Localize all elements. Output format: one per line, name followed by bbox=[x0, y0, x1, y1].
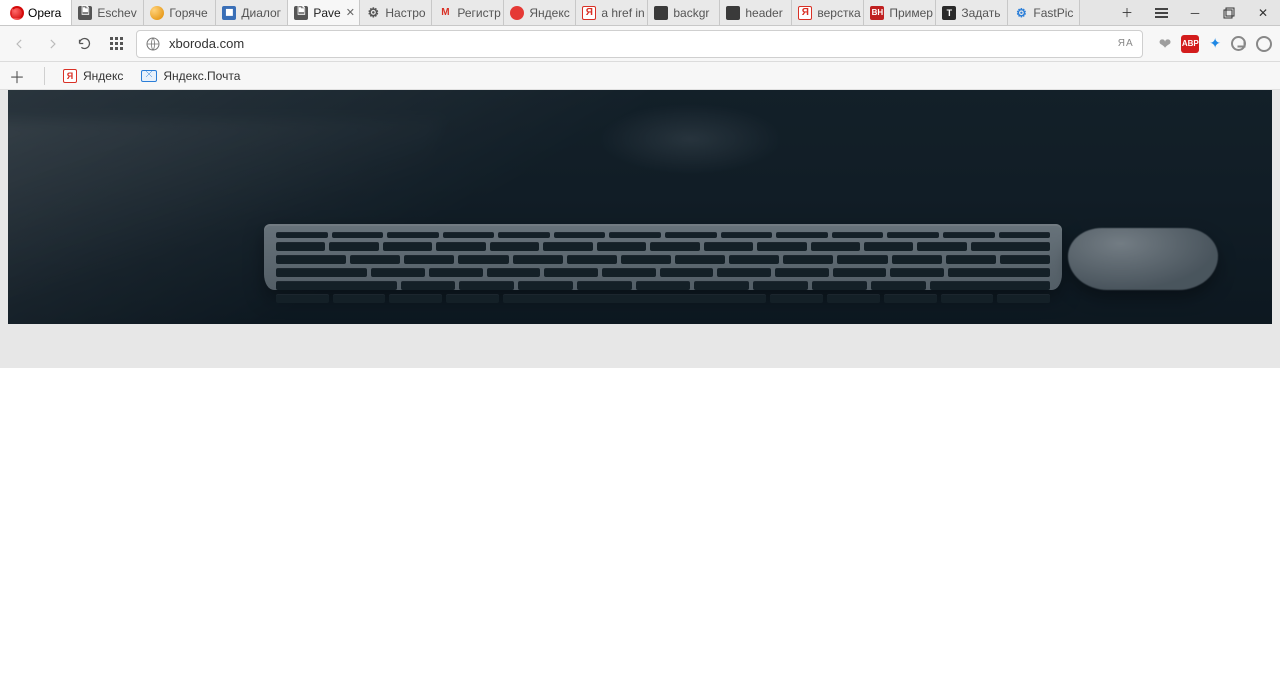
bookmarks-bar: ＋ Я Яндекс Яндекс.Почта bbox=[0, 62, 1280, 90]
extension-button[interactable]: ✦ bbox=[1209, 35, 1221, 52]
translate-button[interactable]: ЯA bbox=[1118, 38, 1134, 49]
page-icon: 🗎 bbox=[294, 6, 308, 20]
tab-settings[interactable]: ⚙ Настро bbox=[360, 0, 432, 25]
bookmark-yandex-mail[interactable]: Яндекс.Почта bbox=[141, 69, 240, 83]
back-button[interactable] bbox=[8, 32, 32, 56]
tab-label: Eschev bbox=[97, 6, 136, 20]
tab-primer[interactable]: BH Пример bbox=[864, 0, 936, 25]
reload-icon bbox=[77, 36, 92, 51]
profile-button[interactable] bbox=[1256, 36, 1272, 52]
tab-label: Регистр bbox=[457, 6, 500, 20]
new-tab-button[interactable]: ＋ bbox=[1110, 0, 1144, 25]
speed-dial-button[interactable] bbox=[104, 32, 128, 56]
navigation-bar: ЯA ❤ ABP ✦ bbox=[0, 26, 1280, 62]
tab-eschev[interactable]: 🗎 Eschev bbox=[72, 0, 144, 25]
toolbar-extensions: ❤ ABP ✦ bbox=[1159, 35, 1272, 53]
bookmark-yandex[interactable]: Я Яндекс bbox=[63, 69, 123, 83]
bookmark-heart-button[interactable]: ❤ bbox=[1159, 35, 1172, 53]
tab-label: header bbox=[745, 6, 782, 20]
tab-label: верстка bbox=[817, 6, 860, 20]
hamburger-icon bbox=[1155, 12, 1168, 14]
page-icon bbox=[726, 6, 740, 20]
tab-label: Диалог bbox=[241, 6, 281, 20]
tab-label: backgr bbox=[673, 6, 709, 20]
tab-strip: Opera 🗎 Eschev Горяче ◼ Диалог 🗎 Pave ✕ … bbox=[0, 0, 1280, 26]
square-icon: ◼ bbox=[222, 6, 236, 20]
gmail-icon: M bbox=[438, 6, 452, 20]
tab-yandex[interactable]: Яндекс bbox=[504, 0, 576, 25]
tab-verstka[interactable]: Я верстка bbox=[792, 0, 864, 25]
bh-icon: BH bbox=[870, 6, 884, 20]
tab-label: Настро bbox=[385, 6, 425, 20]
speed-dial-icon bbox=[110, 37, 123, 50]
page-icon: 🗎 bbox=[78, 6, 92, 20]
downloads-button[interactable] bbox=[1231, 36, 1246, 51]
tab-gmail[interactable]: M Регистр bbox=[432, 0, 504, 25]
tab-dialog[interactable]: ◼ Диалог bbox=[216, 0, 288, 25]
tab-label: Задать bbox=[961, 6, 1000, 20]
tab-label: a href in bbox=[601, 6, 644, 20]
arrow-left-icon bbox=[13, 37, 27, 51]
tab-label: Горяче bbox=[169, 6, 207, 20]
page-icon bbox=[654, 6, 668, 20]
page-viewport bbox=[0, 90, 1280, 682]
maximize-icon bbox=[1223, 7, 1235, 19]
bookmark-label: Яндекс.Почта bbox=[163, 69, 240, 83]
globe-icon bbox=[145, 36, 161, 52]
window-minimize-button[interactable]: ─ bbox=[1178, 0, 1212, 25]
tab-fastpic[interactable]: ⚙ FastPic bbox=[1008, 0, 1080, 25]
tab-pave-active[interactable]: 🗎 Pave ✕ bbox=[288, 0, 360, 25]
tabstrip-right-controls: ＋ ─ ✕ bbox=[1110, 0, 1280, 25]
opera-logo-icon bbox=[10, 6, 24, 20]
tab-label: Пример bbox=[889, 6, 933, 20]
add-bookmark-button[interactable]: ＋ bbox=[8, 67, 26, 85]
hero-banner-image bbox=[8, 90, 1272, 324]
ya-box-icon: Я bbox=[582, 6, 596, 20]
window-close-button[interactable]: ✕ bbox=[1246, 0, 1280, 25]
yandex-icon bbox=[510, 6, 524, 20]
ya-box-icon: Я bbox=[798, 6, 812, 20]
tab-header[interactable]: header bbox=[720, 0, 792, 25]
t-icon: T bbox=[942, 6, 956, 20]
arrow-right-icon bbox=[45, 37, 59, 51]
fastpic-icon: ⚙ bbox=[1014, 6, 1028, 20]
forward-button[interactable] bbox=[40, 32, 64, 56]
separator bbox=[44, 67, 45, 85]
tab-label: Яндекс bbox=[529, 6, 569, 20]
page-content bbox=[0, 90, 1280, 368]
reload-button[interactable] bbox=[72, 32, 96, 56]
tab-label: FastPic bbox=[1033, 6, 1073, 20]
tab-backgr[interactable]: backgr bbox=[648, 0, 720, 25]
ya-box-icon: Я bbox=[63, 69, 77, 83]
opera-menu-label: Opera bbox=[28, 6, 61, 20]
ball-icon bbox=[150, 6, 164, 20]
tabs-menu-button[interactable] bbox=[1144, 0, 1178, 25]
tab-label: Pave bbox=[313, 6, 340, 20]
gear-icon: ⚙ bbox=[366, 6, 380, 20]
tab-zadat[interactable]: T Задать bbox=[936, 0, 1008, 25]
opera-menu-tab[interactable]: Opera bbox=[0, 0, 72, 25]
address-bar[interactable]: ЯA bbox=[136, 30, 1143, 58]
url-input[interactable] bbox=[169, 36, 1110, 51]
hero-overlay bbox=[8, 90, 1272, 324]
bookmark-label: Яндекс bbox=[83, 69, 123, 83]
tab-goryache[interactable]: Горяче bbox=[144, 0, 216, 25]
adblock-plus-button[interactable]: ABP bbox=[1181, 35, 1199, 53]
window-maximize-button[interactable] bbox=[1212, 0, 1246, 25]
mail-icon bbox=[141, 70, 157, 82]
tab-ahref[interactable]: Я a href in bbox=[576, 0, 648, 25]
tab-close-button[interactable]: ✕ bbox=[346, 6, 355, 19]
